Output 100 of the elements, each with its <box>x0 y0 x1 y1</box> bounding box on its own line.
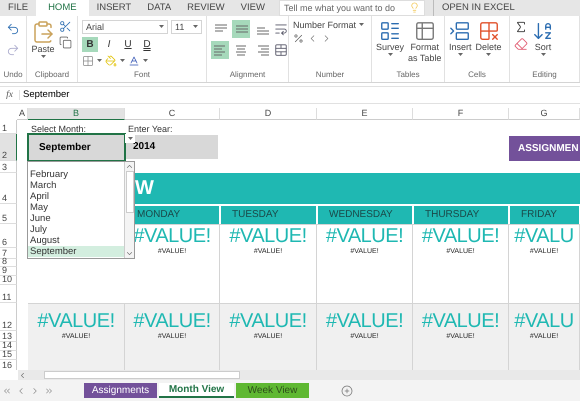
menu-tab[interactable]: REVIEW <box>179 0 233 16</box>
table-icon <box>414 20 436 42</box>
assignments-button[interactable]: ASSIGNMEN <box>509 136 580 161</box>
column-header[interactable]: B <box>28 108 125 120</box>
align-left-icon <box>213 42 227 57</box>
row-header[interactable]: 15 <box>0 350 17 360</box>
column-header[interactable]: E <box>317 108 413 120</box>
font-style-button[interactable]: U <box>120 36 136 52</box>
percent-icon <box>293 32 304 44</box>
open-in-excel-link[interactable]: OPEN IN EXCEL <box>442 2 515 14</box>
row-header[interactable]: 16 <box>0 360 17 370</box>
caret-icon <box>143 59 148 62</box>
date-value: #VALUE! <box>420 310 500 333</box>
font-style-button[interactable]: B <box>82 36 98 52</box>
year-cell[interactable]: 2014 <box>126 134 218 159</box>
month-cell[interactable]: September <box>29 134 124 160</box>
cell-label: Enter Year: <box>127 124 173 134</box>
dropdown-scrollbar[interactable] <box>124 162 134 258</box>
font-select[interactable]: Arial <box>82 20 168 34</box>
column-header[interactable]: G <box>509 108 580 120</box>
borders-icon <box>82 54 94 67</box>
caret-icon <box>128 136 132 140</box>
format-as-table-button[interactable]: Format as Table <box>408 20 442 70</box>
column-header[interactable]: D <box>220 108 317 120</box>
row-header[interactable]: 7 <box>0 248 17 259</box>
column-header[interactable]: F <box>413 108 509 120</box>
row-header[interactable]: 3 <box>0 160 17 173</box>
last-sheet-icon <box>44 386 54 396</box>
column-header[interactable]: C <box>125 108 220 120</box>
caret-icon <box>97 59 102 62</box>
align-button[interactable] <box>232 20 250 38</box>
row-header[interactable]: 4 <box>0 172 17 204</box>
sheet-tab[interactable]: Assignments <box>84 383 157 398</box>
wrap-text-icon <box>274 22 288 36</box>
row-header[interactable]: 12 <box>0 302 17 331</box>
menu-tab[interactable]: INSERT <box>88 0 140 16</box>
dropdown-item[interactable]: June <box>28 212 124 224</box>
menu-tab[interactable]: FILE <box>0 0 36 16</box>
day-header: WEDNESDAY <box>318 206 412 224</box>
formula-field[interactable]: September <box>20 89 70 100</box>
row-header[interactable]: 11 <box>0 284 17 303</box>
date-value: #VALUE! <box>132 224 212 248</box>
caret-icon <box>458 52 463 56</box>
row-header[interactable]: 8 <box>0 258 17 267</box>
caret-icon <box>120 59 125 62</box>
day-header: TUESDAY <box>221 206 316 224</box>
dropdown-button[interactable] <box>125 134 135 143</box>
row-header[interactable]: 13 <box>0 330 17 342</box>
delete-button[interactable]: Delete <box>476 20 502 70</box>
row-header[interactable]: 1 <box>0 120 17 134</box>
caret-icon <box>359 23 364 26</box>
font-size-select[interactable]: 11 <box>171 20 202 34</box>
merge-icon <box>274 42 288 57</box>
column-header[interactable]: A <box>17 108 28 120</box>
cell-label: Select Month: <box>30 124 86 134</box>
sheet-tab[interactable]: Week View <box>236 383 309 398</box>
row-header[interactable]: 5 <box>0 204 17 224</box>
dropdown-item[interactable]: April <box>28 190 124 202</box>
menu-tab[interactable]: VIEW <box>232 0 273 16</box>
day-header: FRIDAY <box>510 206 579 224</box>
dropdown-item[interactable]: July <box>28 224 124 235</box>
first-sheet-icon <box>2 386 12 396</box>
font-style-button[interactable]: I <box>101 36 117 52</box>
dropdown-item[interactable]: February <box>28 168 124 180</box>
row-header[interactable]: 10 <box>0 276 17 285</box>
menu-tab[interactable]: HOME <box>36 0 89 16</box>
align-center-icon <box>234 42 248 57</box>
row-header[interactable]: 9 <box>0 266 17 276</box>
number-format-select[interactable]: Number Format <box>293 20 356 30</box>
form-icon <box>379 20 401 42</box>
date-value: #VALUE! <box>228 224 308 248</box>
day-header: THURSDAY <box>414 206 508 224</box>
scissors-icon <box>59 20 72 33</box>
horizontal-scrollbar[interactable] <box>18 370 580 380</box>
menu-tab[interactable]: DATA <box>139 0 180 16</box>
redo-icon <box>6 42 20 57</box>
row-header[interactable]: 6 <box>0 224 17 248</box>
align-button[interactable] <box>211 40 229 59</box>
sheet-tab[interactable]: Month View <box>159 383 234 398</box>
font-style-button[interactable]: D <box>139 36 155 52</box>
row-header[interactable]: 2 <box>0 134 17 161</box>
group-label: Clipboard <box>34 70 70 81</box>
dropdown-item[interactable]: March <box>28 180 124 191</box>
group-label: Tables <box>395 70 421 81</box>
date-value: #VALUE! <box>324 310 404 333</box>
sort-button[interactable]: Sort <box>532 20 554 70</box>
group-label: Font <box>132 70 151 81</box>
group-label: Undo <box>2 70 24 81</box>
row-header[interactable]: 14 <box>0 342 17 351</box>
group-label: Editing <box>531 70 558 81</box>
paste-button[interactable]: Paste <box>31 20 55 70</box>
copy-icon <box>59 36 72 49</box>
dropdown-item[interactable]: May <box>28 202 124 213</box>
survey-button[interactable]: Survey <box>376 20 404 70</box>
dropdown-item[interactable]: August <box>28 234 124 246</box>
search-field[interactable]: Tell me what you want to do <box>278 0 425 16</box>
dropdown-item[interactable]: September <box>28 246 124 257</box>
group-label: Cells <box>467 70 487 81</box>
insert-button[interactable]: Insert <box>449 20 472 70</box>
insert-rows-icon <box>449 20 472 42</box>
